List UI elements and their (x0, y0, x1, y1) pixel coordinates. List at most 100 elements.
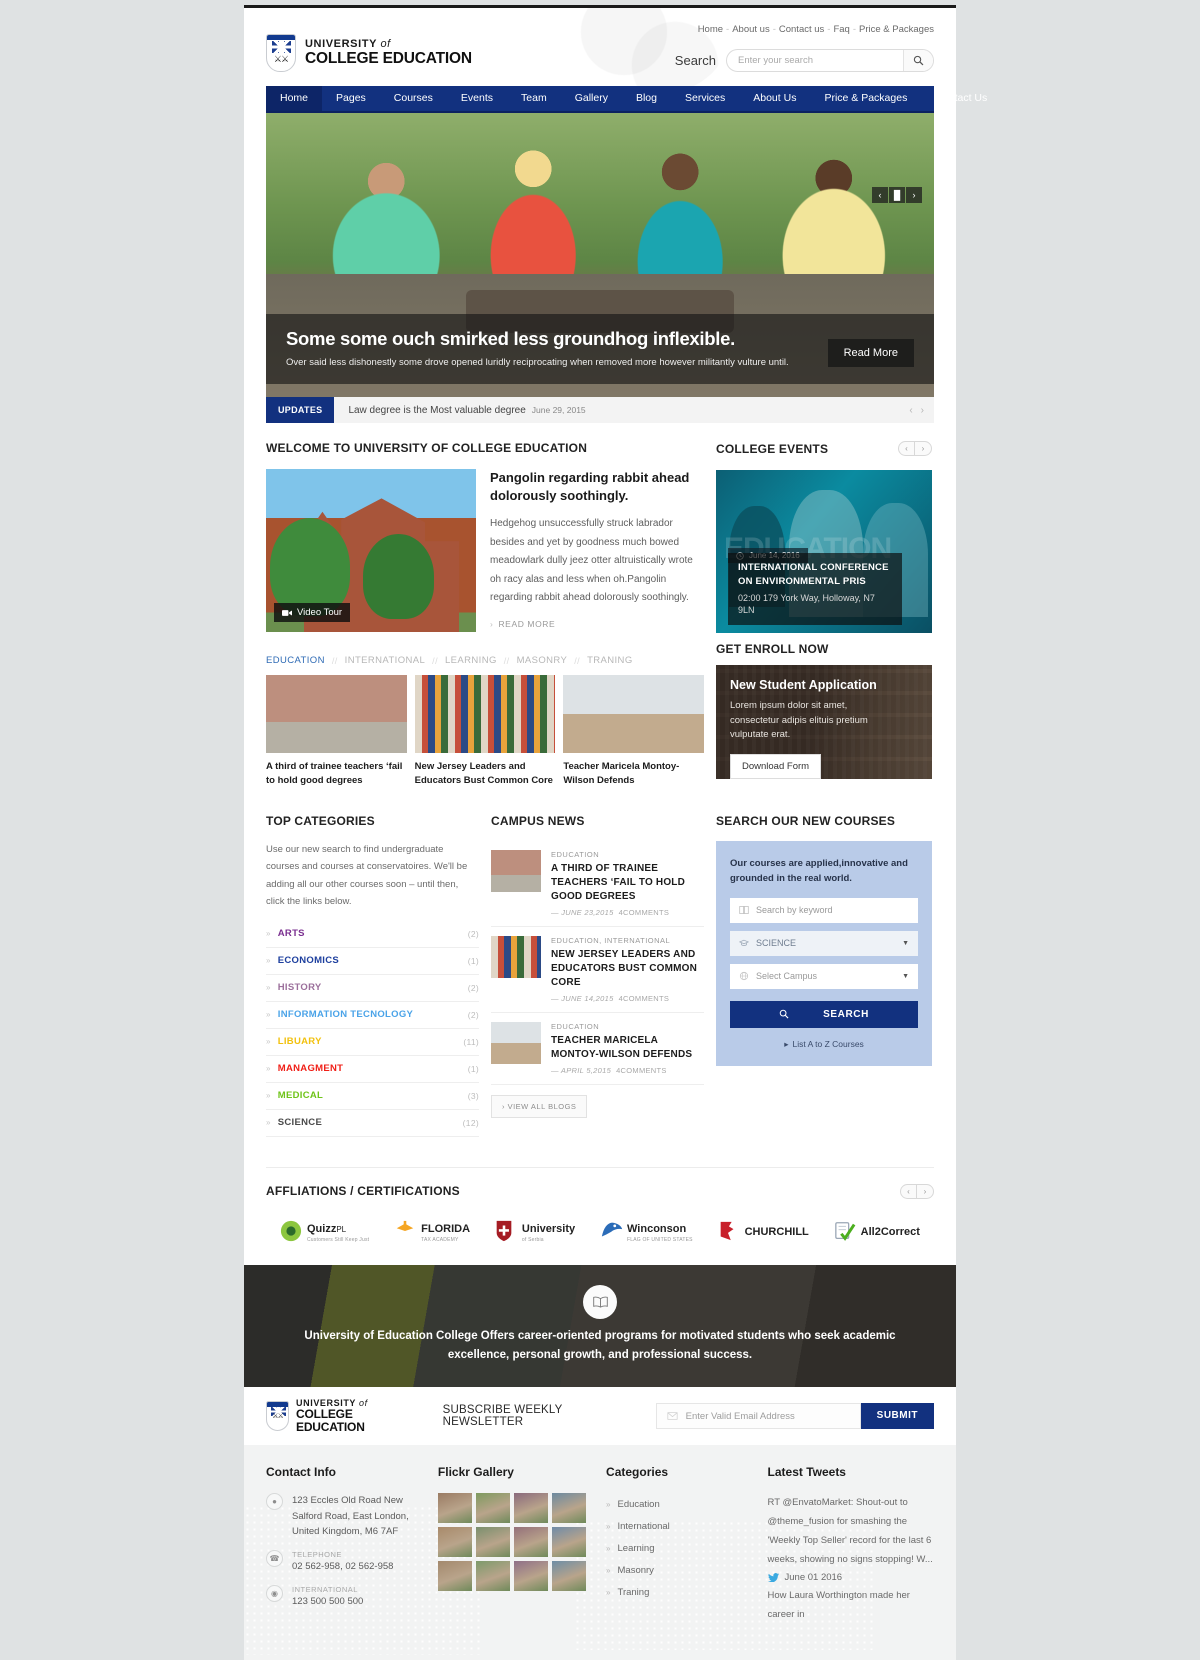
ticker-next-icon[interactable]: › (921, 405, 924, 416)
course-campus-select[interactable]: Select Campus ▼ (730, 963, 918, 989)
news-tab-international[interactable]: INTERNATIONAL (345, 655, 426, 666)
flickr-thumb[interactable] (475, 1527, 510, 1558)
news-tab-masonry[interactable]: MASONRY (517, 655, 568, 666)
category-item-medical[interactable]: » MEDICAL (3) (266, 1083, 479, 1110)
utility-nav-item-price-packages[interactable]: Price & Packages (859, 24, 934, 35)
affiliation-logo-all2correct[interactable]: All2Correct (834, 1220, 920, 1242)
affiliations-next-button[interactable]: › (917, 1183, 934, 1199)
category-item-science[interactable]: » SCIENCE (12) (266, 1110, 479, 1137)
welcome-read-more-link[interactable]: › READ MORE (490, 619, 704, 629)
campus-news-item[interactable]: EDUCATION A THIRD OF TRAINEE TEACHERS ‘FA… (491, 841, 704, 927)
news-card[interactable]: Teacher Maricela Montoy-Wilson Defends (563, 675, 705, 788)
news-tab-education[interactable]: EDUCATION (266, 655, 325, 666)
nav-item-pages[interactable]: Pages (322, 86, 380, 111)
utility-nav-item-faq[interactable]: Faq (833, 24, 849, 35)
slider-controls[interactable]: ‹ ▐▌ › (872, 187, 922, 203)
affiliation-logo-university[interactable]: University of Serbia (495, 1219, 575, 1243)
nav-item-gallery[interactable]: Gallery (561, 86, 622, 111)
course-search-button[interactable]: SEARCH (730, 1000, 918, 1028)
affiliations-prev-button[interactable]: ‹ (900, 1183, 917, 1199)
flickr-thumb[interactable] (551, 1527, 586, 1558)
news-tab-learning[interactable]: LEARNING (445, 655, 497, 666)
flickr-thumb[interactable] (475, 1493, 510, 1524)
slider-prev-button[interactable]: ‹ (872, 187, 888, 203)
site-logo[interactable]: ⚔⚔ UNIVERSITY of COLLEGE EDUCATION (266, 20, 472, 86)
affiliation-logo-quizz[interactable]: QuizzPL Customers Still Keep Just (280, 1219, 369, 1243)
category-item-information-tecnology[interactable]: » INFORMATION TECNOLOGY (2) (266, 1002, 479, 1029)
slider-next-button[interactable]: › (906, 187, 922, 203)
event-card[interactable]: EDUCATION June 14, 2016 INTERNATIONAL CO… (716, 470, 932, 633)
download-form-button[interactable]: Download Form (730, 754, 822, 779)
affiliation-logo-florida[interactable]: FLORIDA TAX ACADEMY (394, 1219, 470, 1243)
flickr-thumb[interactable] (513, 1527, 548, 1558)
utility-nav-item-about-us[interactable]: About us (732, 24, 770, 35)
nav-item-team[interactable]: Team (507, 86, 561, 111)
event-title: INTERNATIONAL CONFERENCE ON ENVIRONMENTA… (738, 562, 889, 587)
nav-item-courses[interactable]: Courses (380, 86, 447, 111)
utility-nav-item-contact-us[interactable]: Contact us (779, 24, 824, 35)
flickr-thumb[interactable] (551, 1561, 586, 1592)
footer-categories-column: Categories » Education » International » Lear… (606, 1465, 753, 1660)
slider-pause-button[interactable]: ▐▌ (889, 187, 905, 203)
campus-news-item[interactable]: EDUCATION, INTERNATIONAL NEW JERSEY LEADE… (491, 927, 704, 1013)
ticker-prev-icon[interactable]: ‹ (909, 405, 912, 416)
category-item-history[interactable]: » HISTORY (2) (266, 975, 479, 1002)
nav-item-contact-us[interactable]: Contact Us (921, 86, 1001, 111)
ticker-arrows[interactable]: ‹ › (909, 405, 924, 416)
course-subject-select[interactable]: SCIENCE ▼ (730, 930, 918, 956)
nav-item-blog[interactable]: Blog (622, 86, 671, 111)
events-next-button[interactable]: › (915, 441, 932, 456)
events-section: COLLEGE EVENTS ‹ › EDUCATION June (716, 423, 932, 633)
category-item-libuary[interactable]: » LIBUARY (11) (266, 1029, 479, 1056)
news-tabs[interactable]: EDUCATION // INTERNATIONAL // LEARNING // MASO… (266, 655, 704, 666)
nav-item-events[interactable]: Events (447, 86, 507, 111)
footer-logo[interactable]: ⚔⚔ UNIVERSITY of COLLEGE EDUCATION (266, 1398, 419, 1434)
flickr-thumb[interactable] (437, 1561, 472, 1592)
utility-nav-item-home[interactable]: Home (698, 24, 723, 35)
category-item-arts[interactable]: » ARTS (2) (266, 921, 479, 948)
welcome-video-thumb[interactable]: Video Tour (266, 469, 476, 632)
hero-read-more-button[interactable]: Read More (827, 339, 914, 367)
footer-category-traning[interactable]: » Traning (606, 1581, 753, 1603)
campus-news-comments: 4COMMENTS (616, 1065, 667, 1075)
footer-category-learning[interactable]: » Learning (606, 1537, 753, 1559)
campus-news-item[interactable]: EDUCATION TEACHER MARICELA MONTOY-WILSON … (491, 1013, 704, 1085)
affiliations-carousel-arrows[interactable]: ‹ › (900, 1183, 934, 1199)
news-card[interactable]: A third of trainee teachers ‘fail to hol… (266, 675, 407, 788)
affiliation-logo-churchill[interactable]: CHURCHILL (718, 1220, 809, 1242)
footer-category-masonry[interactable]: » Masonry (606, 1559, 753, 1581)
events-prev-button[interactable]: ‹ (898, 441, 915, 456)
flickr-thumb[interactable] (437, 1527, 472, 1558)
flickr-thumb[interactable] (513, 1493, 548, 1524)
serbia-shield-mark (495, 1220, 517, 1242)
flickr-thumb[interactable] (475, 1561, 510, 1592)
flickr-thumb[interactable] (437, 1493, 472, 1524)
nav-item-about-us[interactable]: About Us (739, 86, 810, 111)
nav-item-price-packages[interactable]: Price & Packages (810, 86, 921, 111)
search-input[interactable] (727, 50, 903, 71)
flickr-thumb[interactable] (513, 1561, 548, 1592)
search-box[interactable] (726, 49, 934, 72)
category-item-managment[interactable]: » MANAGMENT (1) (266, 1056, 479, 1083)
main-navigation[interactable]: Home Pages Courses Events Team Gallery Blog Ser… (266, 86, 987, 113)
list-a-to-z-link[interactable]: ▸ List A to Z Courses (730, 1039, 918, 1050)
newsletter-submit-button[interactable]: SUBMIT (860, 1403, 934, 1430)
affiliation-logo-winconson[interactable]: Winconson FLAG OF UNITED STATES (600, 1219, 693, 1243)
nav-item-home[interactable]: Home (266, 86, 323, 111)
category-item-economics[interactable]: » ECONOMICS (1) (266, 948, 479, 975)
footer-category-education[interactable]: » Education (606, 1493, 753, 1515)
nav-item-services[interactable]: Services (671, 86, 739, 111)
video-tour-button[interactable]: Video Tour (274, 603, 351, 622)
course-keyword-input[interactable]: Search by keyword (730, 897, 918, 923)
updates-ticker: UPDATES Law degree is the Most valuable … (266, 397, 934, 423)
flickr-thumb[interactable] (551, 1493, 586, 1524)
graduation-cap-icon (739, 940, 749, 947)
news-tab-traning[interactable]: TRANING (587, 655, 633, 666)
ticker-text[interactable]: Law degree is the Most valuable degree (348, 405, 525, 416)
newsletter-email-input[interactable]: Enter Valid Email Address (655, 1403, 861, 1430)
view-all-blogs-button[interactable]: › VIEW ALL BLOGS (491, 1094, 588, 1118)
footer-category-international[interactable]: » International (606, 1515, 753, 1537)
search-button[interactable] (903, 50, 933, 71)
events-carousel-arrows[interactable]: ‹ › (898, 441, 932, 456)
news-card[interactable]: New Jersey Leaders and Educators Bust Co… (414, 675, 556, 788)
